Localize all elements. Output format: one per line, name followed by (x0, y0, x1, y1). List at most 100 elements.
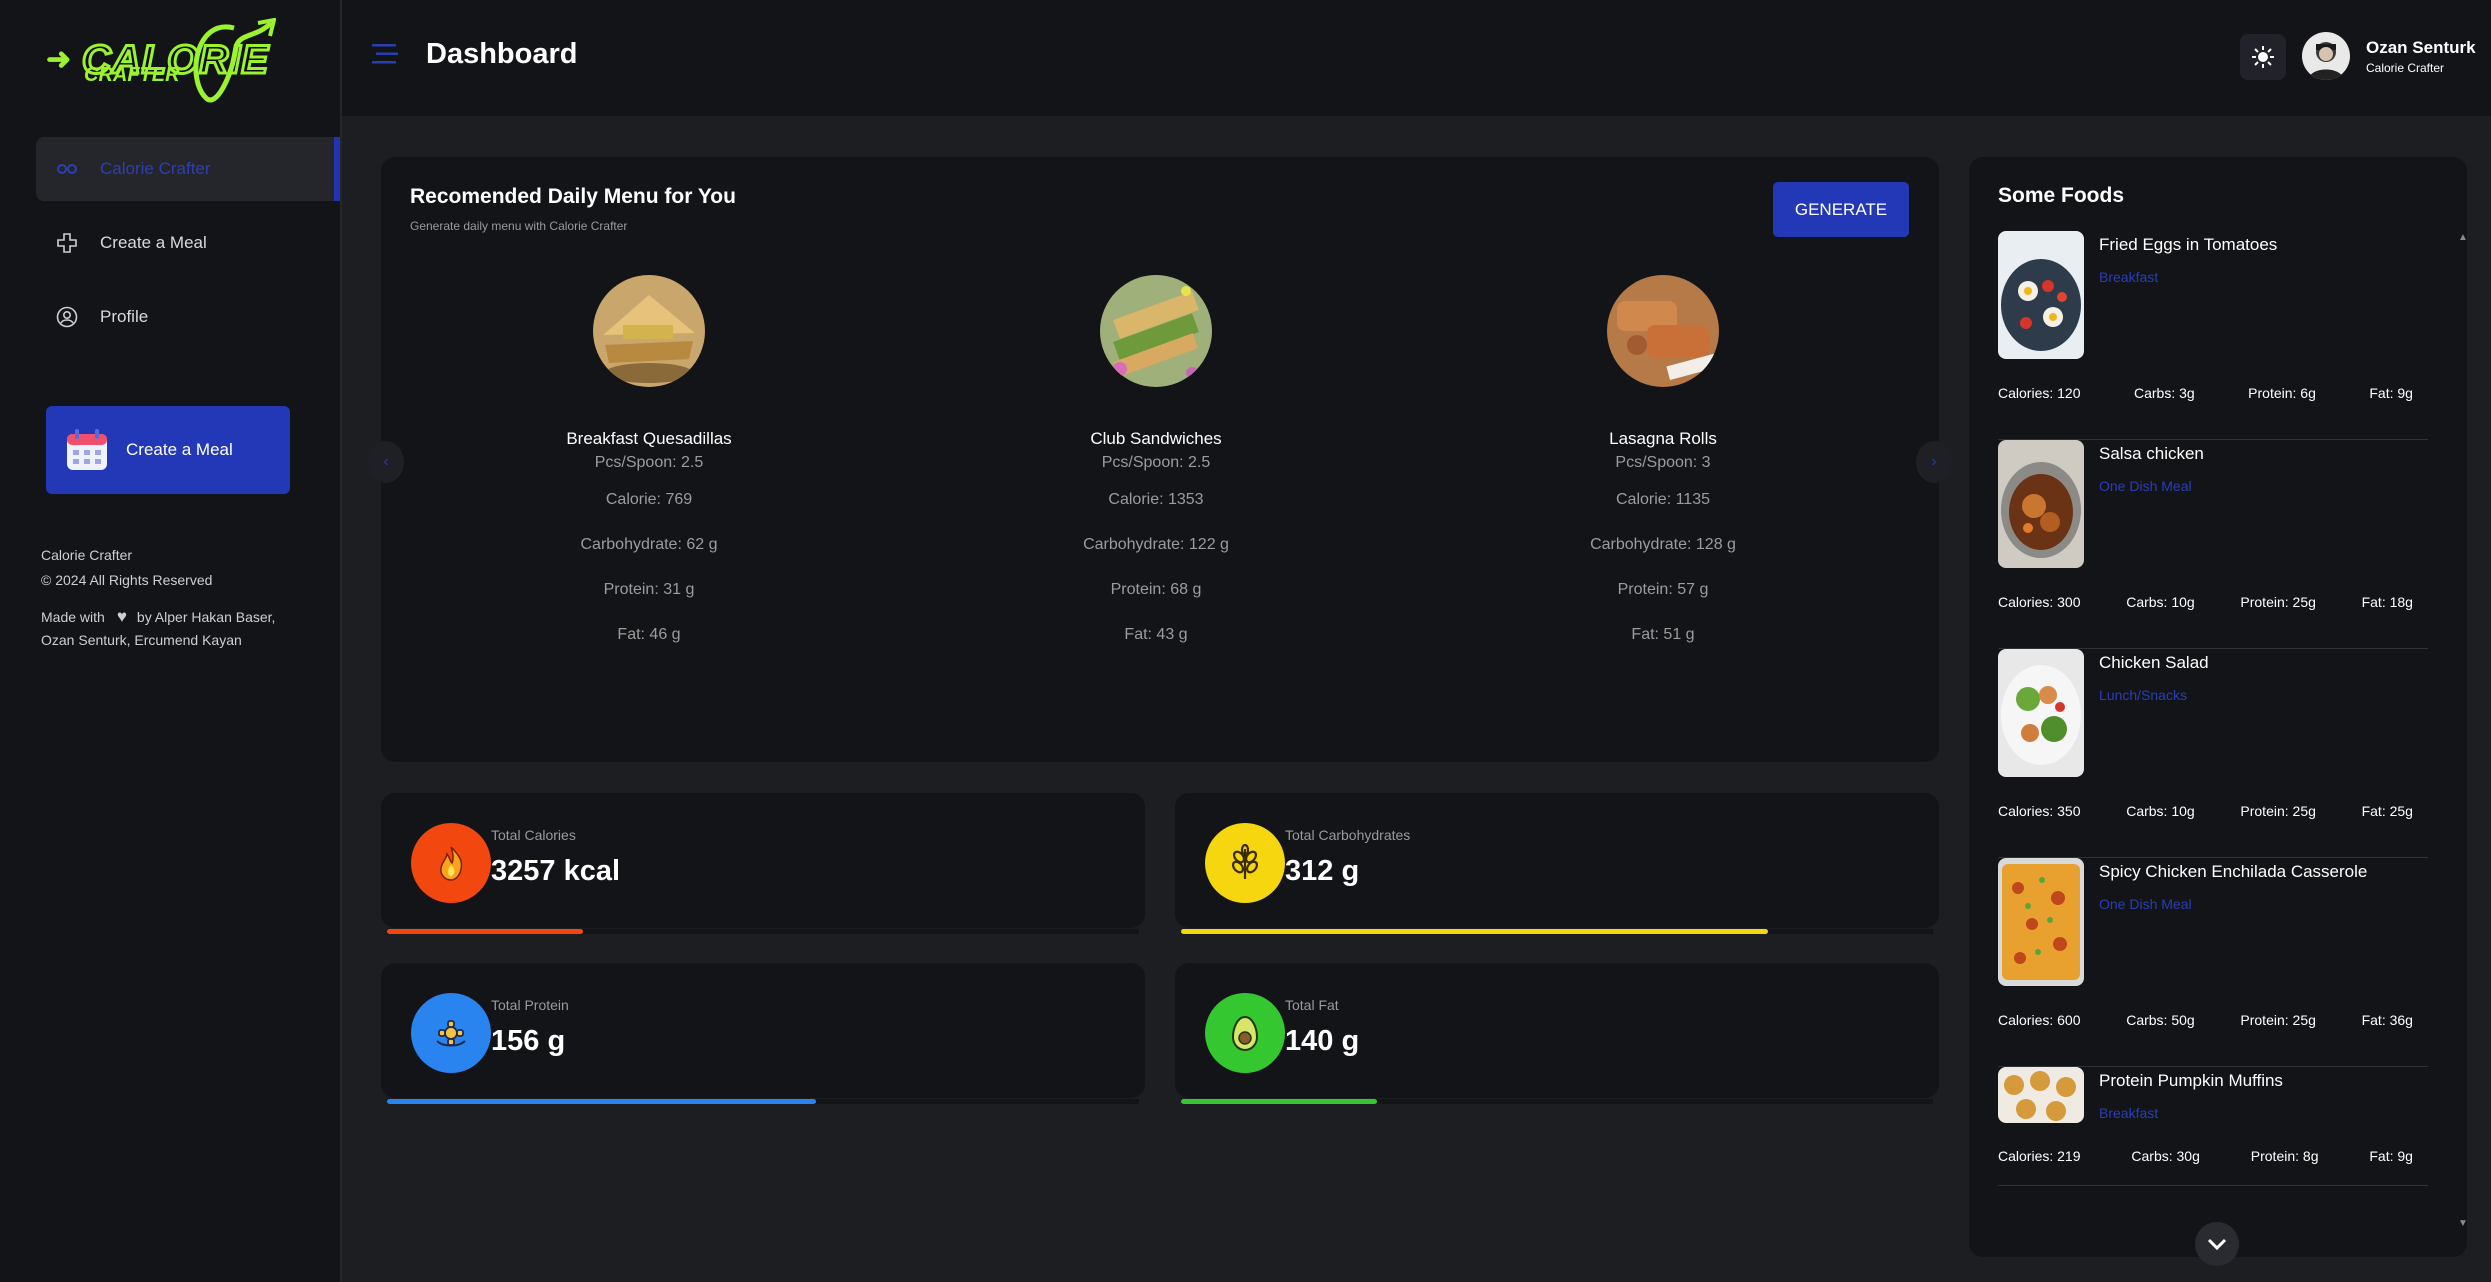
protein-icon (411, 993, 491, 1073)
meal-calorie: Calorie: 1135 (1616, 491, 1710, 508)
sidebar-item-create-meal[interactable]: Create a Meal (36, 211, 340, 275)
food-fat: Fat: 36g (2361, 1012, 2413, 1028)
food-protein: Protein: 25g (2240, 594, 2316, 610)
generate-button[interactable]: GENERATE (1773, 182, 1909, 237)
meal-card-breakfast-quesadillas[interactable]: Breakfast Quesadillas Pcs/Spoon: 2.5 Cal… (499, 275, 799, 657)
scroll-up-indicator-icon[interactable]: ▲ (2458, 232, 2468, 243)
avatar[interactable] (2302, 32, 2350, 80)
carousel-next-button[interactable]: › (1916, 441, 1952, 483)
sidebar-item-profile[interactable]: Profile (36, 285, 340, 349)
food-macros: Calories: 219 Carbs: 30g Protein: 8g Fat… (1998, 1148, 2413, 1164)
food-thumbnail (1998, 1067, 2084, 1123)
food-thumbnail (1998, 440, 2084, 568)
food-thumbnail (1998, 231, 2084, 359)
theme-toggle-button[interactable] (2240, 34, 2286, 80)
stat-value: 312 g (1285, 855, 1360, 887)
meal-protein: Protein: 68 g (1110, 581, 1202, 598)
avocado-icon (1205, 993, 1285, 1073)
scroll-down-indicator-icon[interactable]: ▼ (2458, 1218, 2468, 1229)
food-name: Spicy Chicken Enchilada Casserole (2099, 862, 2368, 881)
stat-progress-track (1181, 1099, 1933, 1104)
meal-fat: Fat: 51 g (1631, 626, 1695, 643)
food-carbs: Carbs: 30g (2131, 1148, 2200, 1164)
sidebar-item-calorie-crafter[interactable]: Calorie Crafter (36, 137, 340, 201)
food-fat: Fat: 25g (2361, 803, 2413, 819)
user-circle-icon (54, 304, 80, 330)
user-role: Calorie Crafter (2366, 61, 2445, 75)
plus-outline-icon (54, 230, 80, 256)
stat-progress-track (387, 929, 1139, 934)
footer-copyright: © 2024 All Rights Reserved (41, 572, 213, 588)
user-name: Ozan Senturk (2366, 38, 2476, 57)
fire-icon (411, 823, 491, 903)
food-carbs: Carbs: 50g (2126, 1012, 2195, 1028)
sidebar-item-label: Calorie Crafter (100, 159, 211, 178)
meal-protein: Protein: 31 g (603, 581, 695, 598)
meal-carbs: Carbohydrate: 122 g (1083, 536, 1229, 553)
calorie-crafter-logo[interactable]: ➜ CALORIE CRAFTER (46, 18, 276, 108)
food-item-enchilada-casserole[interactable]: Spicy Chicken Enchilada Casserole One Di… (1998, 858, 2428, 1067)
food-category[interactable]: One Dish Meal (2099, 896, 2192, 912)
top-bar (342, 0, 2491, 116)
meal-fat: Fat: 46 g (617, 626, 681, 643)
meal-name: Breakfast Quesadillas (566, 429, 732, 448)
page-title: Dashboard (426, 38, 578, 70)
carousel-prev-button[interactable]: ‹ (368, 441, 404, 483)
meal-name: Lasagna Rolls (1609, 429, 1717, 448)
stat-value: 156 g (491, 1025, 566, 1057)
stat-value: 140 g (1285, 1025, 1360, 1057)
stat-card-carbohydrates: Total Carbohydrates 312 g (1175, 793, 1939, 934)
sidebar: ➜ CALORIE CRAFTER Calorie Crafter Create… (0, 0, 342, 1282)
food-item-fried-eggs[interactable]: Fried Eggs in Tomatoes Breakfast Calorie… (1998, 231, 2428, 440)
food-category[interactable]: Breakfast (2099, 269, 2158, 285)
infinity-icon (54, 156, 80, 182)
create-meal-button[interactable]: Create a Meal (46, 406, 290, 494)
meal-image (1607, 275, 1719, 387)
hamburger-menu-icon[interactable] (372, 42, 398, 66)
food-item-chicken-salad[interactable]: Chicken Salad Lunch/Snacks Calories: 350… (1998, 649, 2428, 858)
food-fat: Fat: 18g (2361, 594, 2413, 610)
food-carbs: Carbs: 10g (2126, 803, 2195, 819)
meal-image (593, 275, 705, 387)
stat-progress-track (1181, 929, 1933, 934)
food-macros: Calories: 600 Carbs: 50g Protein: 25g Fa… (1998, 1012, 2413, 1028)
stat-progress-fill (387, 1099, 816, 1104)
food-category[interactable]: Breakfast (2099, 1105, 2158, 1121)
meal-card-club-sandwiches[interactable]: Club Sandwiches Pcs/Spoon: 2.5 Calorie: … (1006, 275, 1306, 657)
food-name: Protein Pumpkin Muffins (2099, 1071, 2283, 1090)
food-calories: Calories: 350 (1998, 803, 2081, 819)
scroll-down-button[interactable] (2195, 1222, 2239, 1266)
footer-by-line: by Alper Hakan Baser, (136, 609, 276, 625)
food-fat: Fat: 9g (2369, 1148, 2413, 1164)
stat-progress-track (387, 1099, 1139, 1104)
meal-protein: Protein: 57 g (1617, 581, 1709, 598)
stat-card-protein: Total Protein 156 g (381, 963, 1145, 1104)
logo-swoosh-icon (193, 18, 276, 103)
food-thumbnail (1998, 858, 2084, 986)
stat-progress-fill (387, 929, 583, 934)
stat-card-calories: Total Calories 3257 kcal (381, 793, 1145, 934)
food-item-pumpkin-muffins[interactable]: Protein Pumpkin Muffins Breakfast Calori… (1998, 1067, 2428, 1186)
daily-menu-title: Recomended Daily Menu for You (410, 185, 736, 208)
food-protein: Protein: 25g (2240, 1012, 2316, 1028)
food-protein: Protein: 6g (2248, 385, 2316, 401)
food-name: Fried Eggs in Tomatoes (2099, 235, 2278, 254)
sidebar-item-label: Create a Meal (100, 233, 207, 252)
food-macros: Calories: 350 Carbs: 10g Protein: 25g Fa… (1998, 803, 2413, 819)
food-calories: Calories: 300 (1998, 594, 2081, 610)
food-category[interactable]: Lunch/Snacks (2099, 687, 2187, 703)
heart-icon: ♥ (116, 607, 127, 626)
chevron-down-icon (2207, 1238, 2227, 1250)
wheat-icon (1205, 823, 1285, 903)
food-item-salsa-chicken[interactable]: Salsa chicken One Dish Meal Calories: 30… (1998, 440, 2428, 649)
food-protein: Protein: 8g (2250, 1148, 2319, 1164)
footer-brand: Calorie Crafter (41, 547, 133, 563)
stat-progress-fill (1181, 929, 1768, 934)
meal-card-lasagna-rolls[interactable]: Lasagna Rolls Pcs/Spoon: 3 Calorie: 1135… (1513, 275, 1813, 657)
food-category[interactable]: One Dish Meal (2099, 478, 2192, 494)
meal-calorie: Calorie: 1353 (1108, 491, 1204, 508)
meal-pcs: Pcs/Spoon: 2.5 (1101, 454, 1211, 471)
food-calories: Calories: 120 (1998, 385, 2081, 401)
footer-authors: Ozan Senturk, Ercumend Kayan (41, 632, 242, 648)
meal-pcs: Pcs/Spoon: 3 (1615, 454, 1711, 471)
